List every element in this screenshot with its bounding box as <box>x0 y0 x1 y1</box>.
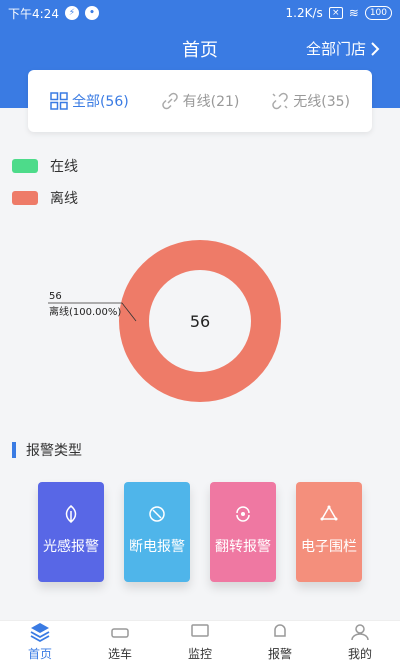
all-stores-button[interactable]: 全部门店 <box>306 38 380 59</box>
tab-select-car[interactable]: 选车 <box>80 621 160 666</box>
status-bar: 下午4:24 ⚡ • 1.2K/s × ≋ 100 <box>0 0 400 26</box>
section-accent-bar <box>12 442 16 458</box>
shield-icon: ⚡ <box>64 6 79 20</box>
alarm-card-light-label: 光感报警 <box>43 539 99 555</box>
grid-icon <box>50 92 68 110</box>
bell-icon <box>274 624 286 637</box>
tab-wireless[interactable]: 无线(35) <box>271 91 350 111</box>
legend-label-offline: 离线 <box>50 191 78 207</box>
status-donut-chart: 56 56 离线(100.00%) <box>48 240 281 402</box>
monitor-icon <box>191 624 209 637</box>
alarm-card-power-label: 断电报警 <box>129 539 185 555</box>
alarm-card-fence[interactable]: 电子围栏 <box>296 482 362 582</box>
tab-alarm-label: 报警 <box>267 647 292 661</box>
alarm-card-light[interactable]: 光感报警 <box>38 482 104 582</box>
tab-wired[interactable]: 有线(21) <box>161 91 240 111</box>
wifi-icon: ≋ <box>348 6 359 20</box>
tab-mine[interactable]: 我的 <box>320 621 400 666</box>
donut-center-label: 56 <box>190 312 210 331</box>
tab-all-label: 全部(56) <box>71 94 129 110</box>
power-off-icon <box>149 506 165 522</box>
tab-wireless-label: 无线(35) <box>293 94 351 110</box>
fence-icon <box>320 505 338 521</box>
tab-mine-label: 我的 <box>347 647 372 661</box>
tab-wired-label: 有线(21) <box>182 94 240 110</box>
network-speed: 1.2K/s <box>285 6 323 20</box>
layers-icon <box>30 623 50 643</box>
tab-monitor-label: 监控 <box>187 647 212 661</box>
tab-home-label: 首页 <box>27 647 52 661</box>
status-time: 下午4:24 <box>8 6 59 21</box>
legend-label-online: 在线 <box>50 159 78 175</box>
rotate-icon <box>236 506 250 522</box>
battery-indicator: 100 <box>364 6 392 20</box>
legend-item-online: 在线 <box>12 150 78 182</box>
bottom-tab-bar: 首页 选车 监控 报警 我的 <box>0 620 400 666</box>
car-icon <box>111 628 129 638</box>
alarm-card-rotate-label: 翻转报警 <box>215 539 271 555</box>
alarm-card-fence-label: 电子围栏 <box>301 539 357 555</box>
chat-icon: • <box>84 6 99 20</box>
chevron-right-icon <box>371 41 380 56</box>
user-icon <box>351 624 369 641</box>
alarm-section-header: 报警类型 <box>12 440 82 460</box>
leaf-icon <box>65 505 77 523</box>
sim-icon: × <box>328 7 343 19</box>
legend-swatch-offline <box>12 191 38 205</box>
tab-home[interactable]: 首页 <box>0 621 80 666</box>
link-icon <box>161 92 178 110</box>
donut-callout-value: 56 <box>49 291 62 302</box>
tab-select-car-label: 选车 <box>107 647 132 661</box>
alarm-card-power[interactable]: 断电报警 <box>124 482 190 582</box>
all-stores-label: 全部门店 <box>305 40 366 58</box>
alarm-card-rotate[interactable]: 翻转报警 <box>210 482 276 582</box>
legend-swatch-online <box>12 159 38 173</box>
tab-alarm[interactable]: 报警 <box>240 621 320 666</box>
tab-all[interactable]: 全部(56) <box>50 91 129 111</box>
legend-item-offline: 离线 <box>12 182 78 214</box>
filter-tabs: 全部(56) 有线(21) 无线(35) <box>28 70 372 132</box>
broken-link-icon <box>272 92 289 110</box>
chart-legend: 在线 离线 <box>12 150 78 214</box>
alarm-type-list: 光感报警 断电报警 翻转报警 电子围栏 <box>38 482 362 582</box>
tab-monitor[interactable]: 监控 <box>160 621 240 666</box>
donut-callout-percent: 离线(100.00%) <box>49 305 121 318</box>
alarm-section-title: 报警类型 <box>26 443 82 459</box>
